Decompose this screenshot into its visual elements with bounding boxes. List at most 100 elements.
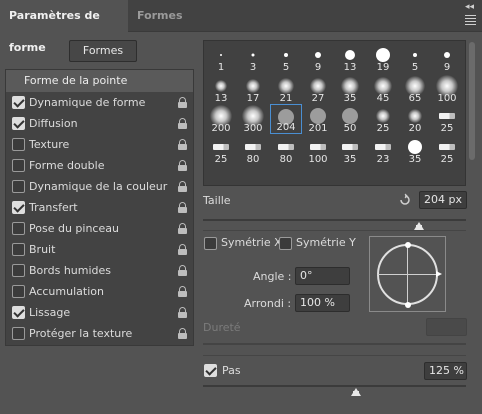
tab-brush-settings[interactable]: Paramètres de forme xyxy=(0,0,128,54)
lock-icon[interactable] xyxy=(178,97,187,108)
symmetry-y-checkbox[interactable] xyxy=(279,236,292,250)
brush-preset[interactable]: 13 xyxy=(334,43,366,73)
lock-icon[interactable] xyxy=(178,181,187,192)
brush-preset[interactable]: 200 xyxy=(205,104,237,134)
brush-tip-icon xyxy=(310,78,326,94)
option-checkbox[interactable] xyxy=(12,264,25,277)
brush-tip-shape-header[interactable]: Forme de la pointe xyxy=(6,70,193,92)
brush-preset[interactable]: 201 xyxy=(302,104,334,134)
brush-preset[interactable]: 204 xyxy=(270,104,302,134)
brush-tip-icon xyxy=(215,80,227,92)
lock-icon[interactable] xyxy=(178,223,187,234)
spacing-checkbox[interactable] xyxy=(204,364,217,377)
brush-preset[interactable]: 300 xyxy=(237,104,269,134)
tab-brushes[interactable]: Formes xyxy=(129,0,183,32)
lock-icon[interactable] xyxy=(178,265,187,276)
option-checkbox[interactable] xyxy=(12,138,25,151)
brush-preset[interactable]: 100 xyxy=(431,74,463,104)
size-slider-knob[interactable] xyxy=(414,222,424,230)
lock-icon[interactable] xyxy=(178,118,187,129)
brush-preset[interactable]: 35 xyxy=(334,74,366,104)
option-checkbox[interactable] xyxy=(12,285,25,298)
roundness-handle-bottom[interactable] xyxy=(405,302,411,308)
brush-preset[interactable]: 80 xyxy=(270,135,302,165)
formes-button[interactable]: Formes xyxy=(69,40,137,62)
spacing-field[interactable]: 125 % xyxy=(424,362,467,380)
brush-preset[interactable]: 50 xyxy=(334,104,366,134)
lock-icon[interactable] xyxy=(178,160,187,171)
option-checkbox[interactable] xyxy=(12,159,25,172)
brush-preset[interactable]: 21 xyxy=(270,74,302,104)
brush-preset[interactable]: 25 xyxy=(431,104,463,134)
brush-preset[interactable]: 65 xyxy=(399,74,431,104)
brush-preset[interactable]: 19 xyxy=(367,43,399,73)
brush-preset[interactable]: 9 xyxy=(431,43,463,73)
lock-icon[interactable] xyxy=(178,202,187,213)
option-label: Protéger la texture xyxy=(29,327,133,340)
brush-preset[interactable]: 25 xyxy=(431,135,463,165)
brush-option-row[interactable]: Lissage xyxy=(6,302,193,323)
brush-preset[interactable]: 35 xyxy=(399,135,431,165)
brush-preset[interactable]: 20 xyxy=(399,104,431,134)
brush-preset[interactable]: 9 xyxy=(302,43,334,73)
hamburger-menu-icon[interactable] xyxy=(465,15,476,27)
angle-arrow-icon[interactable] xyxy=(436,271,442,277)
brush-option-row[interactable]: Forme double xyxy=(6,155,193,176)
brush-preset[interactable]: 35 xyxy=(334,135,366,165)
brush-option-row[interactable]: Protéger la texture xyxy=(6,323,193,344)
brush-preset[interactable]: 23 xyxy=(367,135,399,165)
angle-roundness-widget[interactable] xyxy=(369,236,446,312)
spacing-slider-track[interactable] xyxy=(203,385,466,387)
brush-option-row[interactable]: Transfert xyxy=(6,197,193,218)
option-checkbox[interactable] xyxy=(12,327,25,340)
double-chevron-icon[interactable]: ◂◂ xyxy=(465,2,474,12)
brush-preset[interactable]: 13 xyxy=(205,74,237,104)
brush-option-row[interactable]: Texture xyxy=(6,134,193,155)
symmetry-x-option[interactable]: Symétrie X xyxy=(204,236,282,250)
option-checkbox[interactable] xyxy=(12,243,25,256)
option-checkbox[interactable] xyxy=(12,201,25,214)
brush-preset[interactable]: 5 xyxy=(270,43,302,73)
reset-icon[interactable] xyxy=(398,193,412,207)
brush-preset[interactable]: 1 xyxy=(205,43,237,73)
roundness-field[interactable]: 100 % xyxy=(295,294,350,312)
option-checkbox[interactable] xyxy=(12,306,25,319)
lock-icon[interactable] xyxy=(178,307,187,318)
lock-icon[interactable] xyxy=(178,244,187,255)
option-checkbox[interactable] xyxy=(12,180,25,193)
brush-preset[interactable]: 3 xyxy=(237,43,269,73)
brush-option-row[interactable]: Bruit xyxy=(6,239,193,260)
brush-size-label: 27 xyxy=(311,93,325,104)
brush-tip-icon xyxy=(315,52,321,58)
lock-icon[interactable] xyxy=(178,286,187,297)
brush-preset[interactable]: 80 xyxy=(237,135,269,165)
lock-icon[interactable] xyxy=(178,328,187,339)
option-checkbox[interactable] xyxy=(12,96,25,109)
option-checkbox[interactable] xyxy=(12,117,25,130)
roundness-handle-top[interactable] xyxy=(405,242,411,248)
brush-option-row[interactable]: Bords humides xyxy=(6,260,193,281)
brush-preset[interactable]: 45 xyxy=(367,74,399,104)
brush-preset[interactable]: 5 xyxy=(399,43,431,73)
brush-preset[interactable]: 25 xyxy=(205,135,237,165)
brush-size-label: 3 xyxy=(249,62,257,73)
size-field[interactable]: 204 px xyxy=(419,191,467,209)
symmetry-y-option[interactable]: Symétrie Y xyxy=(279,236,356,250)
angle-field[interactable]: 0° xyxy=(295,267,350,285)
brush-option-row[interactable]: Diffusion xyxy=(6,113,193,134)
brush-option-row[interactable]: Pose du pinceau xyxy=(6,218,193,239)
brush-preset[interactable]: 17 xyxy=(237,74,269,104)
lock-icon[interactable] xyxy=(178,139,187,150)
option-checkbox[interactable] xyxy=(12,222,25,235)
brush-grid-scrollbar[interactable] xyxy=(469,42,475,160)
size-slider-track[interactable] xyxy=(203,219,466,221)
brush-preset[interactable]: 25 xyxy=(367,104,399,134)
brush-preset[interactable]: 27 xyxy=(302,74,334,104)
spacing-slider-knob[interactable] xyxy=(351,388,361,396)
brush-option-row[interactable]: Dynamique de la couleur xyxy=(6,176,193,197)
brush-option-row[interactable]: Accumulation xyxy=(6,281,193,302)
option-label: Dynamique de la couleur xyxy=(29,180,168,193)
symmetry-x-checkbox[interactable] xyxy=(204,236,217,250)
brush-preset[interactable]: 100 xyxy=(302,135,334,165)
brush-option-row[interactable]: Dynamique de forme xyxy=(6,92,193,113)
